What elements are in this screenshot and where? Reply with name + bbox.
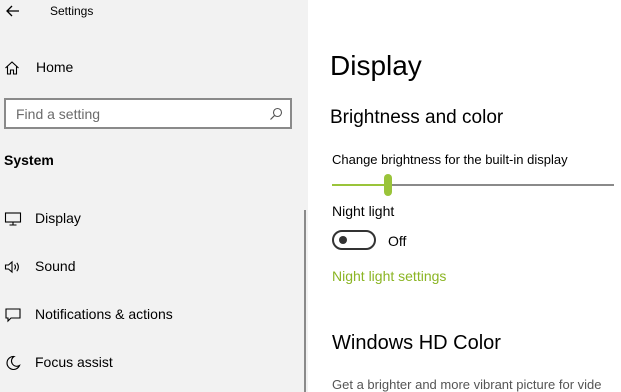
- toggle-knob: [339, 236, 347, 244]
- sidebar: Settings Home System Display Sound: [0, 0, 308, 392]
- night-light-toggle[interactable]: [332, 230, 376, 250]
- scrollbar[interactable]: [304, 210, 306, 392]
- section-title-brightness: Brightness and color: [330, 107, 504, 128]
- night-light-state: Off: [388, 233, 407, 249]
- sidebar-item-focus-assist[interactable]: Focus assist: [0, 351, 300, 375]
- brightness-label: Change brightness for the built-in displ…: [332, 152, 568, 167]
- search-box[interactable]: [4, 98, 292, 129]
- monitor-icon: [4, 212, 22, 226]
- search-input[interactable]: [16, 105, 256, 123]
- section-header-system: System: [4, 152, 54, 168]
- hd-color-description: Get a brighter and more vibrant picture …: [332, 377, 602, 392]
- back-button[interactable]: [4, 2, 22, 20]
- sidebar-item-label: Focus assist: [35, 354, 113, 370]
- brightness-slider[interactable]: [332, 172, 614, 198]
- speaker-icon: [4, 260, 19, 274]
- home-icon: [5, 61, 19, 75]
- page-title: Display: [330, 50, 422, 81]
- sidebar-item-home[interactable]: Home: [0, 56, 300, 80]
- sidebar-item-label: Notifications & actions: [35, 306, 173, 322]
- app-title: Settings: [50, 4, 94, 18]
- content-pane: Display Brightness and color Change brig…: [308, 0, 621, 392]
- sidebar-item-display[interactable]: Display: [0, 207, 300, 231]
- search-icon[interactable]: [269, 107, 283, 121]
- moon-icon: [6, 355, 21, 371]
- night-light-settings-link[interactable]: Night light settings: [332, 268, 446, 284]
- slider-thumb[interactable]: [384, 174, 392, 196]
- slider-fill: [332, 184, 388, 186]
- sidebar-item-home-label: Home: [36, 59, 74, 75]
- sidebar-item-label: Display: [35, 210, 81, 226]
- back-arrow-icon: [6, 5, 19, 17]
- section-title-hd-color: Windows HD Color: [332, 332, 501, 354]
- sidebar-item-notifications[interactable]: Notifications & actions: [0, 303, 300, 327]
- sidebar-item-label: Sound: [35, 258, 76, 274]
- sidebar-item-sound[interactable]: Sound: [0, 255, 300, 279]
- notification-icon: [5, 308, 21, 323]
- night-light-label: Night light: [332, 203, 395, 219]
